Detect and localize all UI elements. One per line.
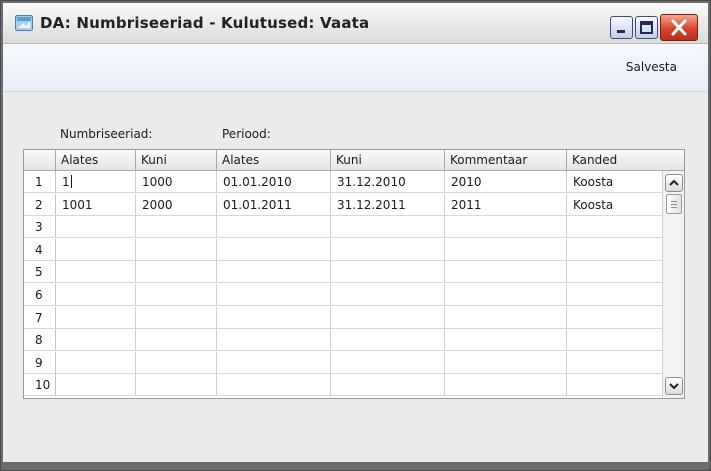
table-cell-alates[interactable]	[56, 284, 136, 306]
table-cell-alates[interactable]	[56, 239, 136, 261]
row-number[interactable]: 4	[24, 239, 56, 261]
table-cell-periood-kuni[interactable]	[331, 239, 445, 261]
table-cell-kommentaar[interactable]	[445, 374, 567, 396]
periood-label: Periood:	[222, 127, 271, 141]
table-cell-alates[interactable]	[56, 352, 136, 374]
table-cell-alates[interactable]	[56, 329, 136, 351]
row-number[interactable]: 10	[24, 374, 56, 396]
table-cell-kanded[interactable]	[567, 216, 662, 238]
table-cell-periood-alates[interactable]	[217, 261, 331, 283]
save-button[interactable]: Salvesta	[626, 60, 677, 74]
scroll-down-button[interactable]	[665, 377, 683, 395]
table-cell-periood-kuni[interactable]: 31.12.2011	[331, 194, 445, 216]
table-cell-periood-alates[interactable]	[217, 352, 331, 374]
maximize-icon	[640, 21, 653, 34]
table-cell-kommentaar[interactable]: 2011	[445, 194, 567, 216]
maximize-button[interactable]	[635, 16, 658, 39]
toolbar: Salvesta	[3, 44, 708, 92]
table-cell-kommentaar[interactable]: 2010	[445, 171, 567, 193]
table-cell-periood-kuni[interactable]	[331, 216, 445, 238]
number-series-table: Alates Kuni Alates Kuni Kommentaar Kande…	[23, 149, 685, 399]
close-button[interactable]	[660, 14, 698, 41]
table-cell-periood-kuni[interactable]	[331, 307, 445, 329]
table-cell-periood-alates[interactable]: 01.01.2010	[217, 171, 331, 193]
table-cell-alates[interactable]	[56, 261, 136, 283]
title-bar[interactable]: DA: Numbriseeriad - Kulutused: Vaata	[3, 3, 708, 44]
table-cell-kommentaar[interactable]	[445, 352, 567, 374]
column-header-kommentaar[interactable]: Kommentaar	[445, 150, 567, 171]
table-cell-alates[interactable]	[56, 307, 136, 329]
table-cell-kuni[interactable]	[136, 284, 217, 306]
vertical-scrollbar[interactable]	[662, 171, 684, 398]
table-cell-periood-alates[interactable]	[217, 239, 331, 261]
table-cell-periood-kuni[interactable]	[331, 374, 445, 396]
table-cell-kanded[interactable]	[567, 307, 662, 329]
table-cell-periood-alates[interactable]	[217, 284, 331, 306]
table-cell-periood-kuni[interactable]	[331, 352, 445, 374]
row-number[interactable]: 8	[24, 329, 56, 351]
row-number[interactable]: 3	[24, 216, 56, 238]
table-cell-kommentaar[interactable]	[445, 216, 567, 238]
row-number[interactable]: 7	[24, 307, 56, 329]
row-number[interactable]: 5	[24, 261, 56, 283]
scroll-up-button[interactable]	[665, 174, 683, 192]
table-cell-periood-alates[interactable]: 01.01.2011	[217, 194, 331, 216]
table-corner-header	[24, 150, 56, 171]
table-cell-kuni[interactable]	[136, 329, 217, 351]
column-header-alates[interactable]: Alates	[56, 150, 136, 171]
table-cell-kanded[interactable]	[567, 239, 662, 261]
table-cell-kanded[interactable]	[567, 284, 662, 306]
table-cell-periood-alates[interactable]	[217, 216, 331, 238]
table-cell-kommentaar[interactable]	[445, 329, 567, 351]
column-header-periood-kuni[interactable]: Kuni	[331, 150, 445, 171]
minimize-icon	[617, 30, 625, 33]
table-cell-periood-kuni[interactable]: 31.12.2010	[331, 171, 445, 193]
numbriseeriad-label: Numbriseeriad:	[60, 127, 153, 141]
table-cell-periood-alates[interactable]	[217, 374, 331, 396]
table-cell-kuni[interactable]	[136, 239, 217, 261]
table-cell-kommentaar[interactable]	[445, 307, 567, 329]
chevron-down-icon	[669, 383, 679, 390]
table-cell-kanded[interactable]: Koosta	[567, 194, 662, 216]
row-number[interactable]: 9	[24, 352, 56, 374]
minimize-button[interactable]	[610, 16, 633, 39]
table-cell-kommentaar[interactable]	[445, 284, 567, 306]
table-cell-kuni[interactable]	[136, 307, 217, 329]
table-cell-periood-kuni[interactable]	[331, 329, 445, 351]
table-cell-kanded[interactable]	[567, 329, 662, 351]
table-cell-kanded[interactable]	[567, 352, 662, 374]
column-header-kanded[interactable]: Kanded	[567, 150, 684, 171]
table-cell-kommentaar[interactable]	[445, 261, 567, 283]
table-cell-alates[interactable]: 1001	[56, 194, 136, 216]
table-cell-alates[interactable]: 1	[56, 171, 136, 193]
table-cell-periood-alates[interactable]	[217, 307, 331, 329]
table-cell-kuni[interactable]	[136, 261, 217, 283]
table-cell-periood-alates[interactable]	[217, 329, 331, 351]
column-header-periood-alates[interactable]: Alates	[217, 150, 331, 171]
table-cell-kuni[interactable]: 1000	[136, 171, 217, 193]
table-cell-periood-kuni[interactable]	[331, 261, 445, 283]
table-cell-kanded[interactable]	[567, 374, 662, 396]
column-header-kuni[interactable]: Kuni	[136, 150, 217, 171]
table-cell-kanded[interactable]	[567, 261, 662, 283]
close-icon	[671, 19, 687, 36]
table-cell-periood-kuni[interactable]	[331, 284, 445, 306]
table-cell-alates[interactable]	[56, 374, 136, 396]
row-number[interactable]: 1	[24, 171, 56, 193]
window-title: DA: Numbriseeriad - Kulutused: Vaata	[40, 14, 370, 32]
table-cell-kuni[interactable]	[136, 374, 217, 396]
table-cell-kuni[interactable]	[136, 352, 217, 374]
row-number[interactable]: 2	[24, 194, 56, 216]
table-cell-alates[interactable]	[56, 216, 136, 238]
table-cell-kuni[interactable]	[136, 216, 217, 238]
table-cell-kuni[interactable]: 2000	[136, 194, 217, 216]
window: DA: Numbriseeriad - Kulutused: Vaata Sal…	[0, 0, 711, 471]
row-number[interactable]: 6	[24, 284, 56, 306]
table-cell-kanded[interactable]: Koosta	[567, 171, 662, 193]
text-cursor	[70, 175, 72, 188]
table-cell-kommentaar[interactable]	[445, 239, 567, 261]
scrollbar-thumb[interactable]	[666, 194, 682, 214]
app-window-icon	[15, 15, 33, 31]
chevron-up-icon	[669, 179, 679, 186]
